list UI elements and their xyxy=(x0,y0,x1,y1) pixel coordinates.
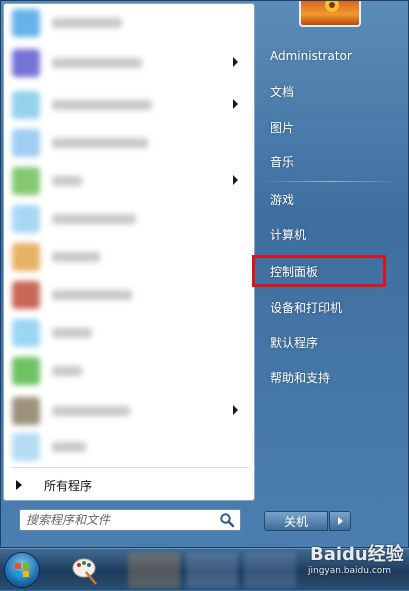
right-arrow-icon xyxy=(338,517,343,525)
submenu-arrow-icon xyxy=(233,405,238,415)
user-name-label: Administrator xyxy=(270,49,352,63)
program-item[interactable] xyxy=(8,354,248,388)
menu-item-label: 图片 xyxy=(270,120,295,135)
program-item[interactable] xyxy=(8,126,248,160)
program-item[interactable] xyxy=(8,240,248,274)
program-icon xyxy=(12,281,40,309)
program-icon xyxy=(12,129,40,157)
menu-item-label: 设备和打印机 xyxy=(270,300,343,315)
program-label-blurred xyxy=(52,18,122,28)
submenu-arrow-icon xyxy=(233,175,238,185)
program-icon xyxy=(12,205,40,233)
menu-item-help-support[interactable]: 帮助和支持 xyxy=(263,363,395,391)
watermark-brand: Baidu经验 xyxy=(310,544,404,565)
baidu-watermark: Baidu经验 jingyan.baidu.com xyxy=(306,540,406,586)
program-icon xyxy=(12,167,40,195)
search-input[interactable] xyxy=(19,509,241,531)
watermark-domain: jingyan.baidu.com xyxy=(308,566,392,576)
menu-item-label: 默认程序 xyxy=(270,335,319,350)
program-icon xyxy=(12,49,40,77)
program-label-blurred xyxy=(52,406,130,416)
shutdown-options-button[interactable] xyxy=(329,511,351,531)
taskbar-app-blurred[interactable] xyxy=(128,552,180,588)
program-item[interactable] xyxy=(8,88,248,122)
program-label-blurred xyxy=(52,138,148,148)
program-item[interactable] xyxy=(8,278,248,312)
menu-item-label: 计算机 xyxy=(270,227,307,242)
search-icon[interactable] xyxy=(219,512,235,528)
program-label-blurred xyxy=(52,290,132,300)
menu-item-default-programs[interactable]: 默认程序 xyxy=(263,328,395,356)
menu-item-label: 游戏 xyxy=(270,192,295,207)
menu-item-label: 帮助和支持 xyxy=(270,370,331,385)
program-item[interactable] xyxy=(8,46,248,80)
program-icon xyxy=(12,319,40,347)
user-picture-flower[interactable] xyxy=(299,1,361,27)
all-programs-button[interactable]: 所有程序 xyxy=(10,474,250,496)
start-menu: 所有程序 Administrator 文档 图片 音乐 游戏 计算机 控制面板 … xyxy=(0,0,409,548)
menu-item-games[interactable]: 游戏 xyxy=(263,185,395,213)
taskbar-app-blurred[interactable] xyxy=(244,552,296,588)
menu-item-label: 音乐 xyxy=(270,154,295,169)
program-item[interactable] xyxy=(8,394,248,428)
program-icon xyxy=(12,91,40,119)
program-label-blurred xyxy=(52,252,100,262)
submenu-arrow-icon xyxy=(233,99,238,109)
submenu-arrow-icon xyxy=(233,57,238,67)
paint-icon xyxy=(72,558,97,585)
menu-item-label: 文档 xyxy=(270,84,295,99)
menu-item-pictures[interactable]: 图片 xyxy=(263,113,395,141)
program-label-blurred xyxy=(52,58,142,68)
user-name-link[interactable]: Administrator xyxy=(263,42,395,70)
program-label-blurred xyxy=(52,214,136,224)
program-icon xyxy=(12,433,40,461)
program-icon xyxy=(12,243,40,271)
program-label-blurred xyxy=(52,366,82,376)
taskbar-app-blurred[interactable] xyxy=(186,552,238,588)
all-programs-label: 所有程序 xyxy=(44,478,93,493)
program-item[interactable] xyxy=(8,430,248,464)
start-orb-icon[interactable] xyxy=(4,552,40,588)
menu-item-documents[interactable]: 文档 xyxy=(263,77,395,105)
shutdown-button[interactable]: 关机 xyxy=(264,511,328,531)
program-icon xyxy=(12,357,40,385)
program-icon xyxy=(12,9,40,37)
left-pane-divider xyxy=(12,467,250,468)
menu-item-music[interactable]: 音乐 xyxy=(263,147,395,175)
program-label-blurred xyxy=(52,176,82,186)
program-item[interactable] xyxy=(8,164,248,198)
menu-item-devices-printers[interactable]: 设备和打印机 xyxy=(263,293,395,321)
right-pane-divider xyxy=(265,181,393,182)
search-area xyxy=(3,501,255,541)
highlight-annotation xyxy=(252,255,386,287)
program-item[interactable] xyxy=(8,202,248,236)
program-label-blurred xyxy=(52,328,92,338)
menu-item-computer[interactable]: 计算机 xyxy=(263,220,395,248)
program-item[interactable] xyxy=(8,316,248,350)
program-item[interactable] xyxy=(8,6,248,40)
flower-icon xyxy=(325,1,339,12)
windows-logo-icon xyxy=(15,563,29,577)
program-label-blurred xyxy=(52,442,86,452)
left-pane: 所有程序 xyxy=(3,3,255,501)
shutdown-label: 关机 xyxy=(283,514,308,529)
program-label-blurred xyxy=(52,100,152,110)
right-arrow-icon xyxy=(16,480,22,490)
taskbar-app-paint[interactable] xyxy=(62,552,114,588)
program-icon xyxy=(12,397,40,425)
